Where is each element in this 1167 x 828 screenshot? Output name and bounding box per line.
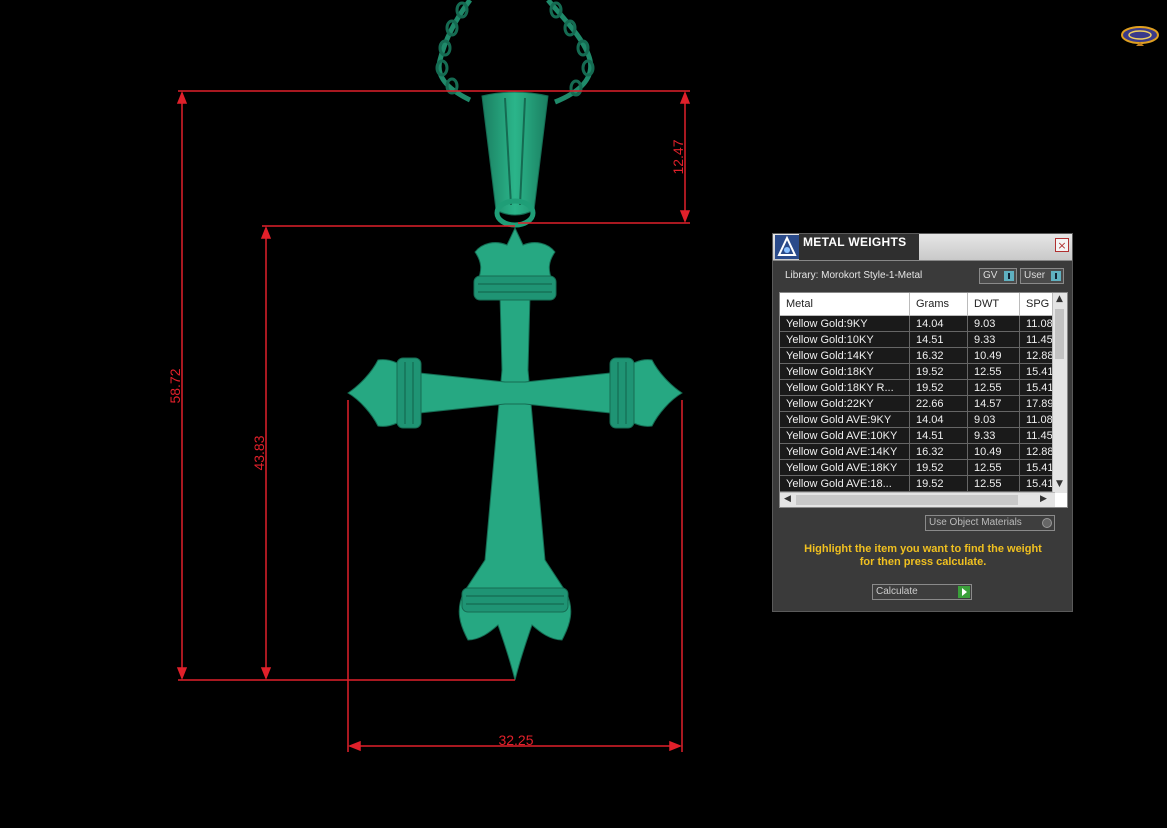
metal-cell[interactable]: Yellow Gold AVE:18KY [780, 459, 910, 476]
calculate-button[interactable]: Calculate [872, 584, 972, 600]
metal-cell[interactable]: Yellow Gold:10KY [780, 331, 910, 348]
table-row[interactable]: Yellow Gold AVE:18KY 19.52 12.55 15.41 [780, 459, 1067, 476]
column-header-dwt[interactable]: DWT [967, 293, 1020, 316]
table-row[interactable]: Yellow Gold:18KY 19.52 12.55 15.41 [780, 363, 1067, 380]
close-button[interactable]: × [1055, 238, 1069, 252]
table-header-row: Metal Grams DWT SPG [780, 293, 1067, 316]
vertical-scrollbar[interactable]: ▲ ▼ [1052, 293, 1067, 493]
metal-cell[interactable]: Yellow Gold:22KY [780, 395, 910, 412]
chain [435, 0, 595, 105]
play-arrow-icon[interactable] [958, 586, 970, 598]
metal-cell[interactable]: Yellow Gold:18KY [780, 363, 910, 380]
use-object-materials-radio-icon[interactable] [1042, 518, 1052, 528]
scroll-left-icon[interactable]: ◀ [784, 494, 791, 504]
app-logo-icon[interactable] [1120, 24, 1160, 46]
grams-cell[interactable]: 19.52 [909, 379, 968, 396]
table-row[interactable]: Yellow Gold:22KY 22.66 14.57 17.89 [780, 395, 1067, 412]
panel-title: METAL WEIGHTS [803, 235, 907, 249]
grams-cell[interactable]: 22.66 [909, 395, 968, 412]
scroll-down-icon[interactable]: ▼ [1056, 479, 1063, 489]
grams-cell[interactable]: 14.04 [909, 315, 968, 332]
horizontal-scrollbar[interactable]: ◀ ▶ [780, 492, 1055, 507]
dwt-cell[interactable]: 10.49 [967, 347, 1020, 364]
metal-cell[interactable]: Yellow Gold AVE:10KY [780, 427, 910, 444]
scroll-up-icon[interactable]: ▲ [1056, 294, 1063, 304]
metal-cell[interactable]: Yellow Gold:18KY R... [780, 379, 910, 396]
dimension-label-12-47: 12.47 [670, 139, 686, 174]
grams-cell[interactable]: 14.51 [909, 331, 968, 348]
gv-toggle[interactable]: GV [979, 268, 1017, 284]
metal-cell[interactable]: Yellow Gold:9KY [780, 315, 910, 332]
gv-toggle-switch-icon [1004, 271, 1014, 281]
dwt-cell[interactable]: 9.33 [967, 427, 1020, 444]
vertical-scroll-thumb[interactable] [1055, 309, 1064, 359]
dwt-cell[interactable]: 10.49 [967, 443, 1020, 460]
close-icon: × [1057, 239, 1067, 252]
cross-pendant [347, 226, 683, 681]
dimension-label-32-25: 32.25 [498, 732, 533, 748]
metal-cell[interactable]: Yellow Gold AVE:9KY [780, 411, 910, 428]
metal-cell[interactable]: Yellow Gold AVE:18... [780, 475, 910, 492]
horizontal-scroll-thumb[interactable] [796, 495, 1018, 505]
dwt-cell[interactable]: 12.55 [967, 379, 1020, 396]
instruction-line-1: Highlight the item you want to find the … [804, 543, 1042, 555]
table-row[interactable]: Yellow Gold:10KY 14.51 9.33 11.45 [780, 331, 1067, 348]
library-label: Library: Morokort Style-1-Metal [785, 270, 923, 281]
dwt-cell[interactable]: 12.55 [967, 475, 1020, 492]
table-row[interactable]: Yellow Gold AVE:14KY 16.32 10.49 12.88 [780, 443, 1067, 460]
table-row[interactable]: Yellow Gold AVE:18... 19.52 12.55 15.41 [780, 475, 1067, 492]
table-row[interactable]: Yellow Gold:18KY R... 19.52 12.55 15.41 [780, 379, 1067, 396]
metal-weights-panel: METAL WEIGHTS × Library: Morokort Style-… [772, 233, 1073, 612]
metal-weights-table[interactable]: Metal Grams DWT SPG Yellow Gold:9KY 14.04… [779, 292, 1068, 508]
instruction-line-2: for then press calculate. [859, 556, 987, 568]
grams-cell[interactable]: 19.52 [909, 363, 968, 380]
use-object-materials-option[interactable]: Use Object Materials [925, 515, 1055, 531]
pendant-bail [481, 91, 549, 228]
panel-titlebar[interactable]: METAL WEIGHTS × [773, 234, 1072, 261]
grams-cell[interactable]: 14.04 [909, 411, 968, 428]
user-toggle[interactable]: User [1020, 268, 1064, 284]
table-row[interactable]: Yellow Gold:9KY 14.04 9.03 11.08 [780, 315, 1067, 332]
dwt-cell[interactable]: 12.55 [967, 363, 1020, 380]
grams-cell[interactable]: 19.52 [909, 459, 968, 476]
grams-cell[interactable]: 19.52 [909, 475, 968, 492]
gv-toggle-label: GV [983, 270, 998, 281]
metal-weights-app-icon [775, 235, 799, 259]
dwt-cell[interactable]: 9.03 [967, 411, 1020, 428]
dwt-cell[interactable]: 9.03 [967, 315, 1020, 332]
table-row[interactable]: Yellow Gold:14KY 16.32 10.49 12.88 [780, 347, 1067, 364]
dimension-label-58-72: 58.72 [167, 368, 183, 403]
grams-cell[interactable]: 16.32 [909, 347, 968, 364]
metal-cell[interactable]: Yellow Gold:14KY [780, 347, 910, 364]
dwt-cell[interactable]: 12.55 [967, 459, 1020, 476]
dimension-label-43-83: 43.83 [251, 435, 267, 470]
use-object-materials-label: Use Object Materials [929, 517, 1022, 528]
dwt-cell[interactable]: 14.57 [967, 395, 1020, 412]
instruction-text: Highlight the item you want to find the … [783, 543, 1063, 569]
table-row[interactable]: Yellow Gold AVE:10KY 14.51 9.33 11.45 [780, 427, 1067, 444]
scroll-right-icon[interactable]: ▶ [1040, 494, 1047, 504]
column-header-metal[interactable]: Metal [780, 293, 910, 316]
user-toggle-switch-icon [1051, 271, 1061, 281]
calculate-label: Calculate [876, 586, 918, 597]
user-toggle-label: User [1024, 270, 1046, 281]
metal-cell[interactable]: Yellow Gold AVE:14KY [780, 443, 910, 460]
grams-cell[interactable]: 16.32 [909, 443, 968, 460]
grams-cell[interactable]: 14.51 [909, 427, 968, 444]
table-row[interactable]: Yellow Gold AVE:9KY 14.04 9.03 11.08 [780, 411, 1067, 428]
dwt-cell[interactable]: 9.33 [967, 331, 1020, 348]
column-header-grams[interactable]: Grams [909, 293, 968, 316]
